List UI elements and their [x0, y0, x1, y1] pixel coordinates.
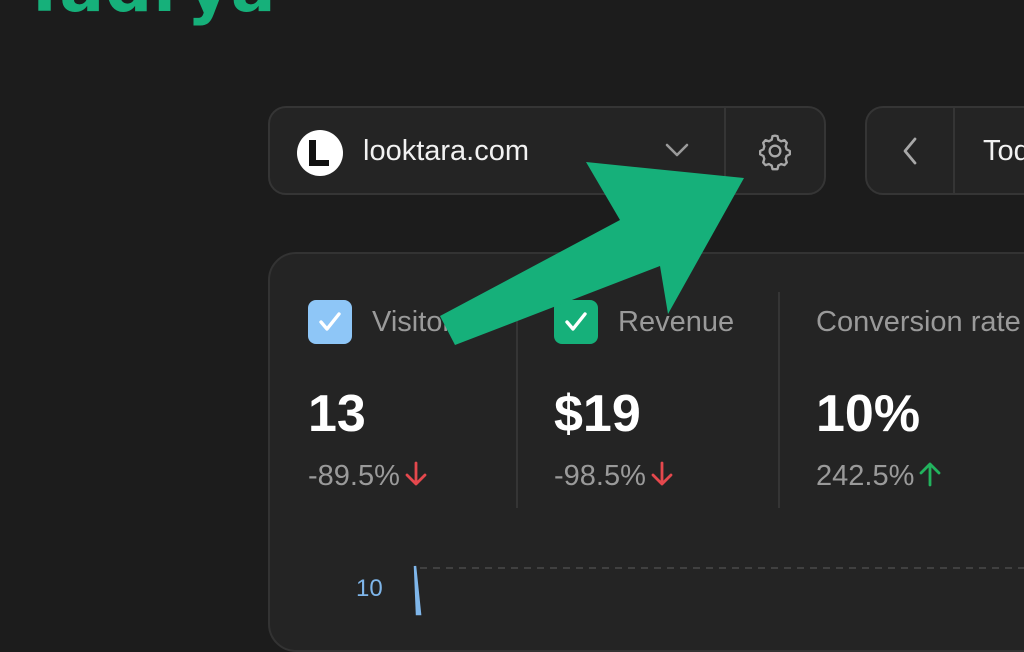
metric-value: 13 [308, 385, 366, 443]
date-navigator: Today [865, 106, 1024, 195]
checkmark-icon [565, 312, 587, 331]
visitors-checkbox[interactable] [308, 300, 352, 344]
date-range-label[interactable]: Today [983, 135, 1024, 168]
site-selector: looktara.com [268, 106, 826, 195]
divider [778, 292, 780, 508]
metric-label: Visitors [372, 306, 467, 338]
chart-area: 10 [270, 554, 1024, 650]
metric-change: -89.5% [308, 460, 428, 493]
visitors-series-line [413, 565, 422, 616]
revenue-checkbox[interactable] [554, 300, 598, 344]
metric-revenue: Revenue $19 -98.5% [554, 254, 774, 514]
site-domain: looktara.com [363, 135, 530, 167]
stats-card: Visitors 13 -89.5% Revenue $19 -98.5% Co… [268, 252, 1024, 652]
arrow-down-icon [651, 461, 673, 486]
settings-button[interactable] [726, 108, 824, 193]
site-logo [297, 130, 343, 176]
divider [953, 108, 955, 193]
brand-logo-text: Tadrya [22, 0, 276, 22]
change-percent: 242.5% [816, 460, 915, 492]
metric-change: 242.5% [816, 460, 942, 493]
metric-label: Conversion rate [816, 306, 1021, 338]
gear-icon [759, 134, 791, 171]
change-percent: -89.5% [308, 460, 400, 492]
site-dropdown[interactable]: looktara.com [270, 108, 724, 193]
checkmark-icon [319, 312, 341, 331]
metric-value: 10% [816, 385, 921, 443]
metric-value: $19 [554, 385, 641, 443]
chevron-down-icon [665, 143, 689, 157]
chart-canvas [413, 565, 1024, 616]
metric-change: -98.5% [554, 460, 674, 493]
divider [516, 292, 518, 508]
metric-visitors: Visitors 13 -89.5% [308, 254, 518, 514]
arrow-down-icon [405, 461, 427, 486]
previous-period-button[interactable] [867, 108, 953, 193]
metric-conversion-rate: Conversion rate 10% 242.5% [816, 254, 1024, 514]
metric-label: Revenue [618, 306, 735, 338]
arrow-up-icon [919, 462, 941, 487]
chevron-left-icon [903, 137, 917, 165]
change-percent: -98.5% [554, 460, 646, 492]
